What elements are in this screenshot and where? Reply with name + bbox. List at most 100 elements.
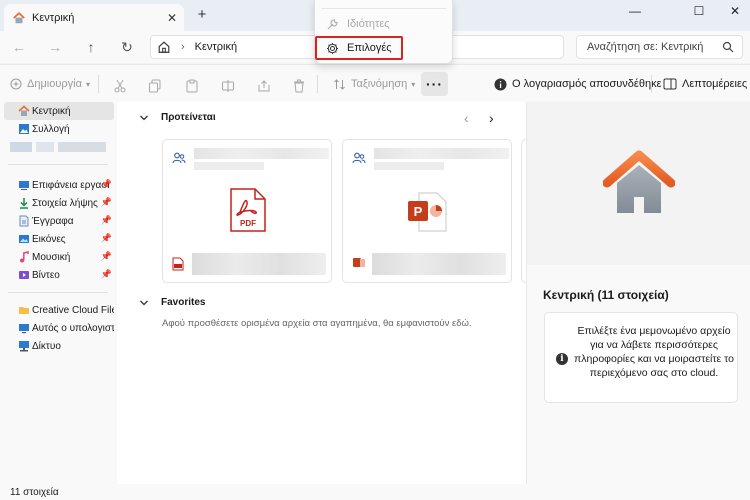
account-item-redacted[interactable] [10, 142, 106, 152]
details-pane: Κεντρική (11 στοιχεία) i Επιλέξτε ένα με… [526, 102, 750, 484]
recommended-file-card[interactable]: P [342, 139, 512, 283]
powerpoint-file-icon: P [408, 192, 447, 232]
details-info-text: Επιλέξτε ένα μεμονωμένο αρχείο για να λά… [574, 325, 734, 379]
desktop-icon [19, 181, 29, 190]
new-tab-button[interactable]: + [192, 6, 212, 23]
back-button[interactable]: ← [8, 37, 30, 57]
add-icon [10, 78, 22, 90]
computer-icon [19, 324, 29, 334]
details-pane-button[interactable]: Λεπτομέρειες [663, 74, 747, 94]
favorites-title: Favorites [161, 297, 206, 308]
sidebar-item-gallery[interactable]: Συλλογή [4, 120, 114, 138]
tab-close-button[interactable]: ✕ [164, 11, 180, 25]
details-pane-icon [663, 78, 677, 90]
sidebar-item-music[interactable]: Μουσική 📌 [4, 248, 114, 266]
sidebar-item-downloads[interactable]: Στοιχεία λήψης 📌 [4, 194, 114, 212]
recommended-title: Προτείνεται [161, 112, 216, 123]
redacted-file-location [192, 253, 326, 275]
redacted-filename [194, 148, 329, 159]
chevron-down-icon [140, 115, 148, 120]
carousel-next-button[interactable]: › [489, 110, 494, 126]
search-icon [722, 41, 734, 53]
redacted-detail [374, 162, 444, 170]
preview-area [527, 102, 750, 265]
see-more-button[interactable]: ··· [421, 72, 448, 96]
carousel-prev-button[interactable]: ‹ [464, 110, 469, 126]
pin-icon: 📌 [100, 197, 112, 207]
pin-icon: 📌 [100, 269, 112, 279]
delete-icon[interactable] [292, 76, 306, 96]
favorites-empty-message: Αφού προσθέσετε ορισμένα αρχεία στα αγαπ… [162, 318, 472, 329]
menu-divider [321, 8, 446, 9]
sidebar-item-pictures[interactable]: Εικόνες 📌 [4, 230, 114, 248]
minimize-button[interactable]: — [612, 0, 658, 22]
breadcrumb-item[interactable]: Κεντρική [195, 41, 237, 53]
redacted-detail [194, 162, 264, 170]
account-status-button[interactable]: Ο λογαριασμός αποσυνδέθηκε [494, 74, 661, 94]
search-placeholder: Αναζήτηση σε: Κεντρική [587, 41, 704, 53]
downloads-icon [20, 198, 28, 209]
details-pane-label: Λεπτομέρειες [682, 78, 748, 90]
new-button-label: Δημιουργία [27, 78, 82, 90]
powerpoint-label: P [414, 204, 423, 219]
sort-button-label: Ταξινόμηση [351, 78, 408, 90]
new-button[interactable]: Δημιουργία ▾ [10, 74, 90, 94]
videos-icon [19, 271, 29, 279]
paste-icon[interactable] [185, 76, 199, 96]
wrench-icon [327, 18, 338, 29]
redacted-file-location [372, 253, 506, 275]
sort-icon [334, 78, 345, 90]
sidebar-item-label: Συλλογή [32, 123, 70, 135]
favorites-section-header[interactable]: Favorites [139, 297, 205, 308]
navigation-pane: Κεντρική Συλλογή Επιφάνεια εργασί 📌 Στοι… [0, 102, 117, 484]
divider [317, 75, 318, 93]
share-icon[interactable] [257, 76, 271, 96]
copy-icon[interactable] [148, 76, 162, 96]
pin-icon: 📌 [100, 215, 112, 225]
cloud-folder-icon [19, 307, 29, 314]
sidebar-item-label: Δίκτυο [32, 340, 61, 352]
details-title: Κεντρική (11 στοιχεία) [543, 288, 669, 302]
rename-icon[interactable] [221, 76, 235, 96]
sidebar-item-label: Βίντεο [32, 269, 60, 281]
pdf-label: PDF [240, 219, 256, 228]
sidebar-item-label: Επιφάνεια εργασί [32, 179, 110, 191]
tab-title: Κεντρική [32, 11, 75, 24]
recommended-section-header[interactable]: Προτείνεται [139, 112, 216, 123]
sidebar-item-creative-cloud[interactable]: Creative Cloud Files P [4, 301, 114, 319]
item-count: 11 στοιχεία [10, 487, 59, 498]
shared-people-icon [172, 152, 186, 164]
close-window-button[interactable]: ✕ [712, 0, 750, 22]
sidebar-item-label: Αυτός ο υπολογιστ [32, 322, 114, 334]
sidebar-item-videos[interactable]: Βίντεο 📌 [4, 266, 114, 284]
refresh-button[interactable]: ↻ [116, 37, 138, 57]
sidebar-item-label: Έγγραφα [32, 215, 74, 227]
divider [651, 75, 652, 93]
properties-label: Ιδιότητες [347, 18, 390, 30]
music-icon [20, 251, 29, 263]
sidebar-item-documents[interactable]: Έγγραφα 📌 [4, 212, 114, 230]
powerpoint-small-icon [353, 258, 365, 267]
info-icon: i [556, 353, 568, 365]
search-input[interactable]: Αναζήτηση σε: Κεντρική [576, 35, 743, 59]
cut-icon[interactable] [113, 76, 127, 96]
sidebar-item-home[interactable]: Κεντρική [4, 102, 114, 120]
sidebar-item-desktop[interactable]: Επιφάνεια εργασί 📌 [4, 176, 114, 194]
status-bar: 11 στοιχεία [0, 484, 750, 500]
properties-menu-item[interactable]: Ιδιότητες [316, 13, 453, 35]
recommended-file-card[interactable]: PDF [162, 139, 332, 283]
home-icon [13, 11, 25, 23]
sort-button[interactable]: Ταξινόμηση ▾ [333, 74, 415, 94]
sidebar-item-label: Μουσική [32, 251, 71, 263]
pdf-file-icon: PDF [230, 188, 266, 232]
details-info-box: i Επιλέξτε ένα μεμονωμένο αρχείο για να … [544, 312, 738, 403]
home-large-icon [603, 150, 675, 213]
sidebar-item-label: Στοιχεία λήψης [32, 197, 98, 209]
home-icon [18, 105, 30, 116]
sidebar-item-network[interactable]: Δίκτυο [4, 337, 114, 355]
tab-home[interactable]: Κεντρική ✕ [4, 4, 184, 31]
up-button[interactable]: ↑ [80, 37, 102, 57]
breadcrumb-separator: › [181, 41, 185, 53]
sidebar-item-this-pc[interactable]: Αυτός ο υπολογιστ [4, 319, 114, 337]
forward-button[interactable]: → [44, 37, 66, 57]
